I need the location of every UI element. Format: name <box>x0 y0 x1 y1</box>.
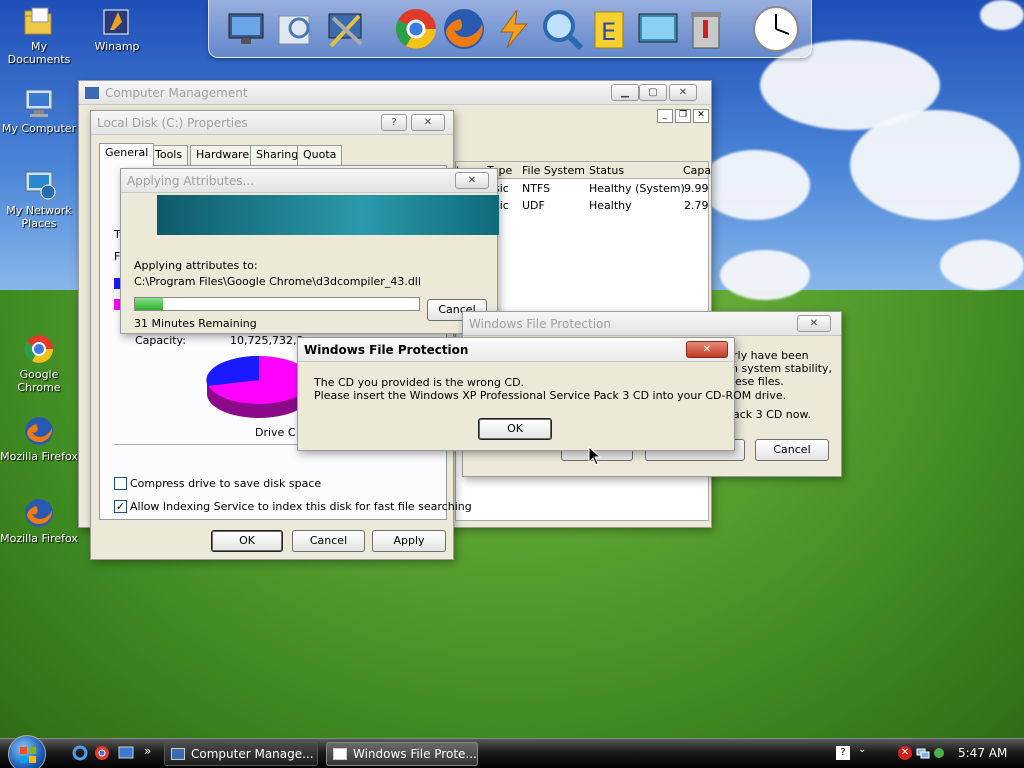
minimize-button[interactable]: _ <box>657 109 673 123</box>
firefox-icon <box>22 414 56 448</box>
mouse-cursor-icon <box>588 446 602 466</box>
desktop-icon-my-documents[interactable]: My Documents <box>0 4 78 66</box>
folder-icon <box>22 4 56 38</box>
desktop-icon-winamp[interactable]: Winamp <box>78 4 156 53</box>
clock-icon <box>751 4 801 54</box>
close-button[interactable]: ✕ <box>411 114 445 131</box>
taskbar-item-windows-file-protection[interactable]: Windows File Prote... <box>326 742 478 766</box>
help-button[interactable]: ? <box>381 114 407 131</box>
computer-icon <box>171 748 185 760</box>
network-tray-icon[interactable] <box>916 746 930 760</box>
mdi-controls: _ ❐ ✕ <box>657 109 709 123</box>
close-button[interactable]: ✕ <box>693 109 709 123</box>
title-bar[interactable]: Windows File Protection ✕ <box>298 338 734 362</box>
svg-text:E: E <box>601 18 616 46</box>
cloud <box>850 110 1020 220</box>
start-button[interactable] <box>8 735 46 768</box>
tab-tools[interactable]: Tools <box>149 145 189 165</box>
cloud <box>700 150 810 220</box>
close-button[interactable]: ✕ <box>669 84 697 101</box>
windows-logo-icon <box>20 747 36 763</box>
security-alert-icon[interactable]: ✕ <box>898 746 912 760</box>
file-icon[interactable]: E <box>587 6 633 52</box>
desktop-icon[interactable] <box>118 745 134 761</box>
close-button[interactable]: ✕ <box>686 341 728 358</box>
window-icon <box>333 748 347 760</box>
winamp-icon[interactable] <box>491 6 537 52</box>
maximize-button[interactable]: ▢ <box>639 84 667 101</box>
apply-button[interactable]: Apply <box>372 530 446 552</box>
search-docs-icon[interactable] <box>273 6 319 52</box>
clock-time[interactable]: 5:47 AM <box>958 746 1007 760</box>
desktop-icon-google-chrome[interactable]: Google Chrome <box>0 332 78 394</box>
desktop-icon-mozilla-firefox[interactable]: Mozilla Firefox <box>0 414 78 463</box>
close-button[interactable]: ✕ <box>797 315 831 332</box>
firefox-icon[interactable] <box>441 6 487 52</box>
animation-banner <box>157 195 499 235</box>
column-header-capacity[interactable]: Capa <box>683 164 711 177</box>
tools-icon[interactable] <box>323 6 369 52</box>
cloud <box>980 0 1024 30</box>
tab-quota[interactable]: Quota <box>297 145 343 165</box>
windows-file-protection-dialog: Windows File Protection ✕ The CD you pro… <box>297 337 786 451</box>
desktop-icon-mozilla-firefox-2[interactable]: Mozilla Firefox <box>0 496 78 545</box>
ok-button[interactable]: OK <box>478 418 552 440</box>
title-bar[interactable]: Local Disk (C:) Properties ? ✕ <box>91 111 453 135</box>
compress-checkbox[interactable] <box>114 477 127 490</box>
chrome-icon[interactable] <box>393 6 439 52</box>
title-bar[interactable]: Windows File Protection ✕ <box>463 312 841 336</box>
indexing-checkbox[interactable]: ✓ <box>114 500 127 513</box>
taskbar: » Computer Manage... Windows File Prote.… <box>0 735 1024 768</box>
cancel-button[interactable]: Cancel <box>292 530 365 552</box>
chrome-icon <box>22 332 56 366</box>
applying-attributes-window: Applying Attributes... ✕ Applying attrib… <box>120 168 499 334</box>
minimize-button[interactable]: ▁ <box>611 84 639 101</box>
computer-icon <box>22 86 56 120</box>
search-icon[interactable] <box>539 6 585 52</box>
cloud <box>940 240 1024 290</box>
column-header-status[interactable]: Status <box>589 164 624 177</box>
title-bar[interactable]: Applying Attributes... ✕ <box>121 169 497 193</box>
chrome-icon[interactable] <box>94 745 110 761</box>
desktop-icon-network-places[interactable]: My Network Places <box>0 168 78 230</box>
restore-button[interactable]: ❐ <box>675 109 691 123</box>
progress-fill <box>135 298 164 310</box>
progress-bar <box>134 297 420 311</box>
title-bar[interactable]: Computer Management ▁ ▢ ✕ <box>79 81 711 105</box>
trash-icon[interactable] <box>683 6 729 52</box>
firefox-icon <box>22 496 56 530</box>
quicklaunch-chevron[interactable]: » <box>144 744 151 758</box>
cancel-button[interactable]: Cancel <box>755 439 829 461</box>
winamp-icon <box>100 4 134 38</box>
dock-bar: E <box>208 0 812 58</box>
tab-hardware[interactable]: Hardware <box>190 145 256 165</box>
taskbar-item-computer-management[interactable]: Computer Manage... <box>164 742 318 766</box>
tab-general[interactable]: General <box>99 143 155 166</box>
internet-explorer-icon[interactable] <box>72 745 88 761</box>
cloud <box>720 250 810 300</box>
close-button[interactable]: ✕ <box>455 172 489 189</box>
network-icon <box>22 168 56 202</box>
ok-button[interactable]: OK <box>211 530 283 552</box>
tray-chevron-icon[interactable]: ⌄ <box>858 744 866 755</box>
computer-icon <box>85 86 99 99</box>
monitor-icon[interactable] <box>225 6 271 52</box>
column-header-file-system[interactable]: File System <box>522 164 585 177</box>
help-icon[interactable]: ? <box>836 746 850 760</box>
desktop-icon-my-computer[interactable]: My Computer <box>0 86 78 135</box>
bug-tray-icon[interactable] <box>932 746 946 760</box>
display-icon[interactable] <box>635 6 681 52</box>
